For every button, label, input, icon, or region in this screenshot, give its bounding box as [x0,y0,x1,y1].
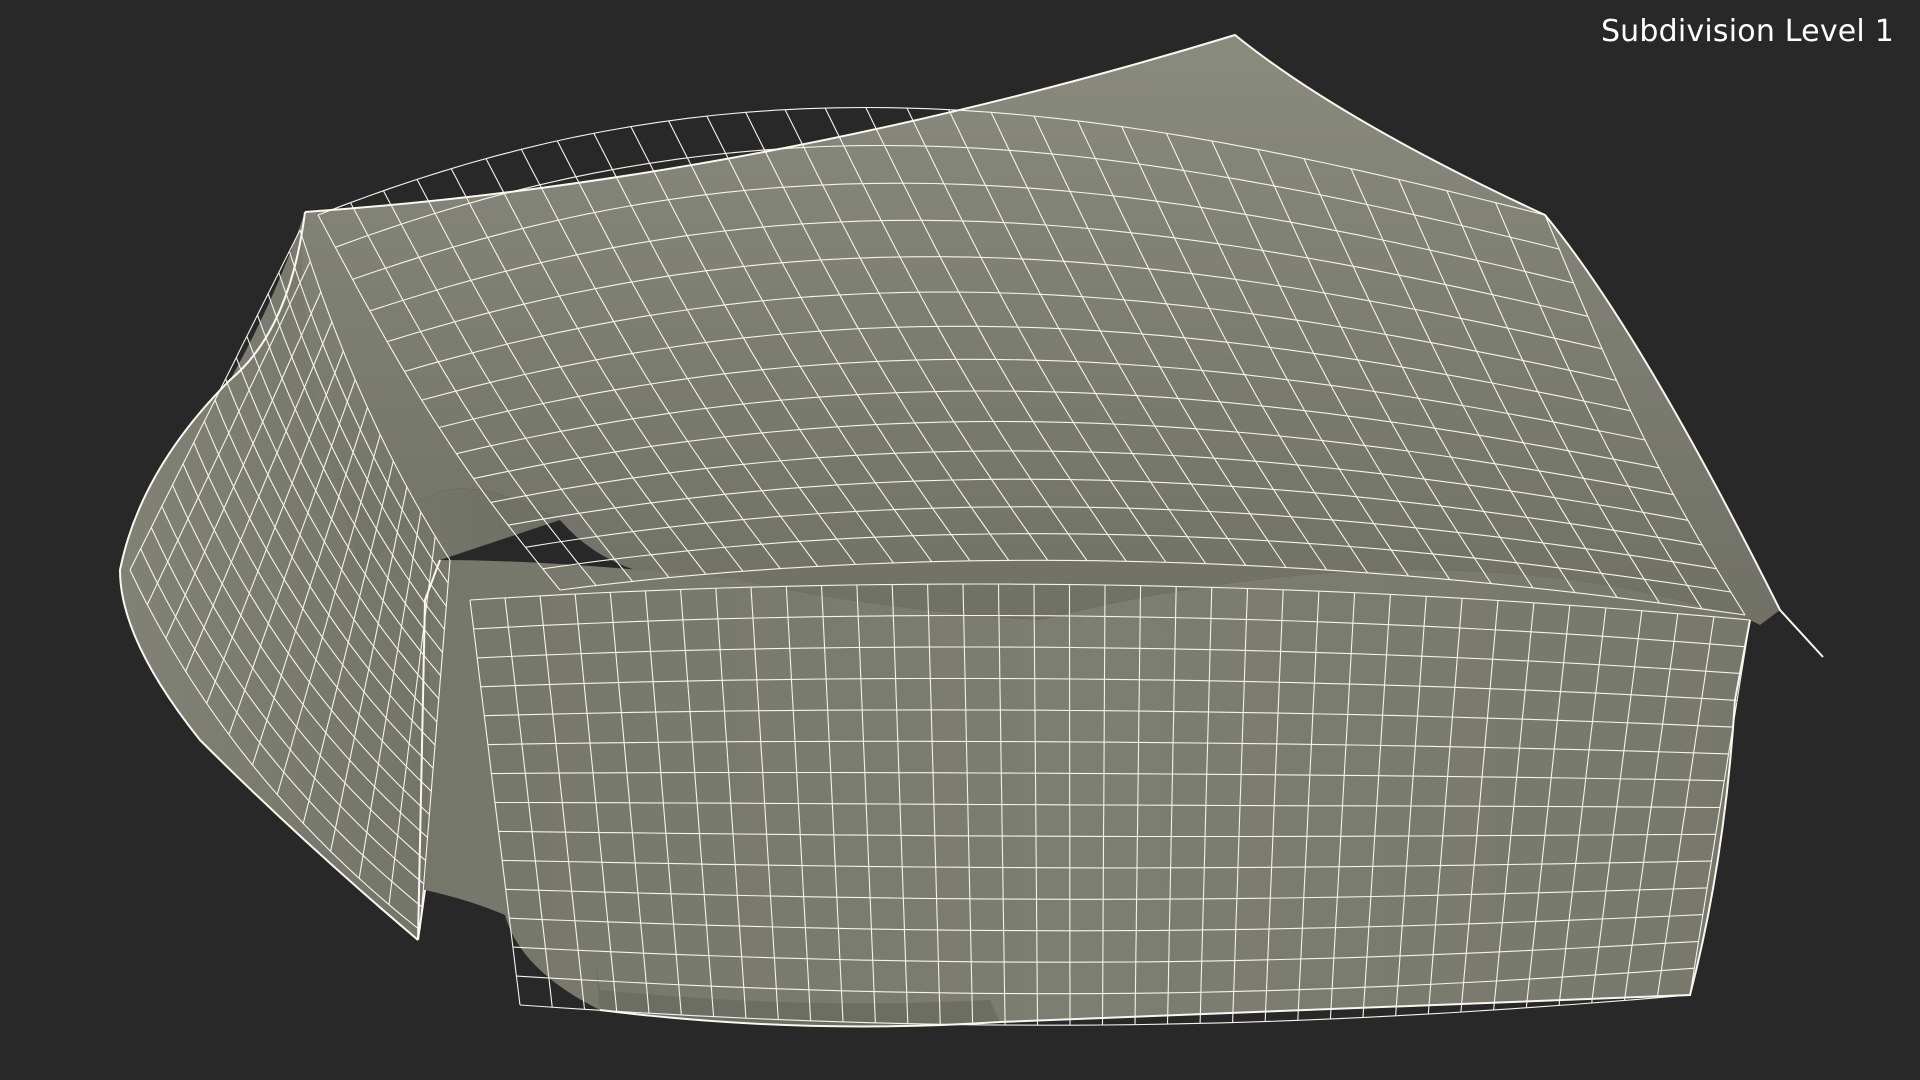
mesh-top-surface [290,35,1780,625]
3d-viewport[interactable]: Subdivision Level 1 [0,0,1920,1080]
subdivision-level-label: Subdivision Level 1 [1600,14,1894,49]
subdivision-mesh-render [118,33,1824,1028]
mesh-front-surface [425,560,1750,1027]
